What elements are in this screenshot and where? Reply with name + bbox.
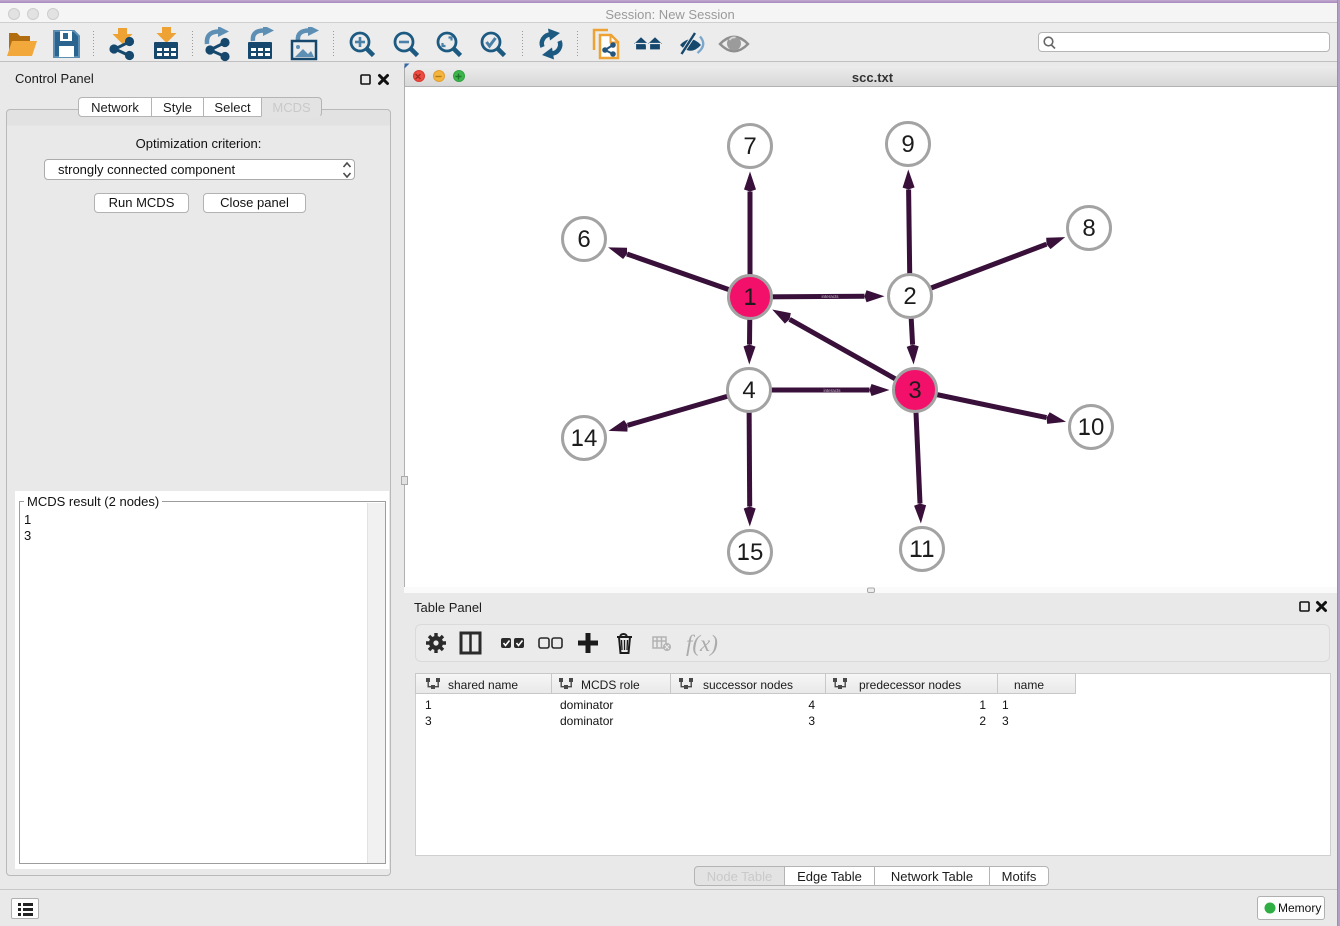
svg-text:f(x): f(x) <box>686 631 718 656</box>
